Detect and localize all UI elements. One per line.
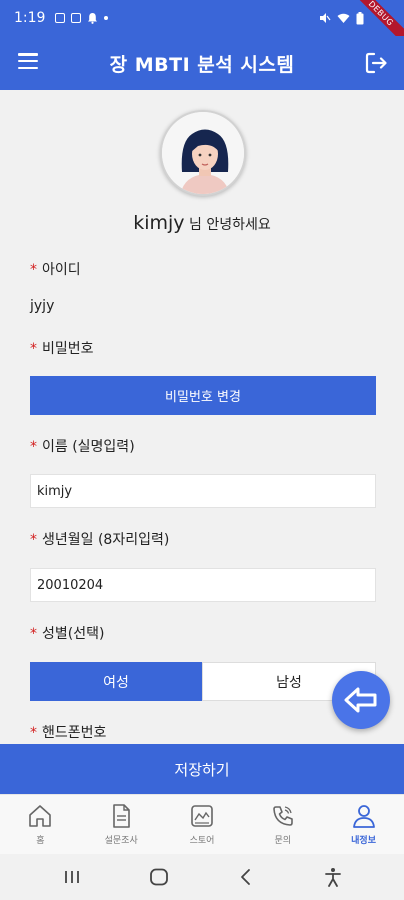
menu-icon[interactable] [18,53,38,69]
username: kimjy [133,212,185,234]
name-label: * 이름 (실명입력) [30,439,135,455]
system-nav-bar [0,854,404,900]
accessibility-icon[interactable] [318,865,348,889]
greeting-text: 님 안녕하세요 [184,217,271,233]
back-icon[interactable] [231,865,261,889]
logout-icon[interactable] [362,49,390,77]
gallery-icon [55,13,66,23]
avatar [160,110,246,196]
phone-label: * 핸드폰번호 [30,725,107,741]
gender-label: * 성별(선택) [30,626,105,642]
id-label: * 아이디 [30,262,81,278]
nav-item-home[interactable]: 홈 [0,795,81,854]
survey-icon [113,804,130,828]
home-icon [29,805,52,827]
save-button[interactable]: 저장하기 [0,744,404,794]
gallery-icon [71,13,82,23]
gender-toggle: 여성 남성 [30,662,376,701]
back-fab[interactable] [332,671,390,729]
password-label: * 비밀번호 [30,341,94,357]
nav-label-store: 스토어 [189,836,215,846]
birth-label: * 생년월일 (8자리입력) [30,532,170,548]
nav-item-survey[interactable]: 설문조사 [81,795,162,854]
gender-female-option[interactable]: 여성 [30,662,202,701]
mute-icon [320,13,331,23]
name-input[interactable]: kimjy [30,474,376,508]
notification-bell-icon [88,13,98,24]
battery-icon [356,11,364,24]
store-icon [191,805,213,827]
nav-item-store[interactable]: 스토어 [162,795,243,854]
home-button-icon[interactable] [144,865,174,889]
nav-label-home: 홈 [36,836,45,846]
nav-label-survey: 설문조사 [104,836,138,846]
status-bar: 1:19 DEBUG [0,0,404,50]
profile-content: kimjy 님 안녕하세요 * 아이디 jyjy * 비밀번호 비밀번호 변경 * 이… [0,90,404,744]
change-password-button[interactable]: 비밀번호 변경 [30,376,376,415]
wifi-icon [337,13,350,23]
id-value: jyjy [30,298,55,314]
user-icon [352,805,375,828]
arrow-left-icon [344,687,377,713]
nav-label-inquiry: 문의 [274,836,292,846]
bottom-nav: 홈 설문조사 스토어 문의 내정보 [0,794,404,854]
app-bar: 장 MBTI 분석 시스템 [0,36,404,90]
nav-label-myinfo: 내정보 [351,836,376,846]
nav-item-myinfo[interactable]: 내정보 [323,795,404,854]
app-title: 장 MBTI 분석 시스템 [109,53,295,76]
greeting: kimjy 님 안녕하세요 [0,212,404,234]
avatar-illustration [162,112,244,194]
dot-icon [104,16,109,20]
nav-item-inquiry[interactable]: 문의 [242,795,323,854]
recent-apps-icon[interactable] [57,865,87,889]
status-time: 1:19 [14,10,46,26]
phone-icon [272,806,293,826]
birth-input[interactable]: 20010204 [30,568,376,602]
